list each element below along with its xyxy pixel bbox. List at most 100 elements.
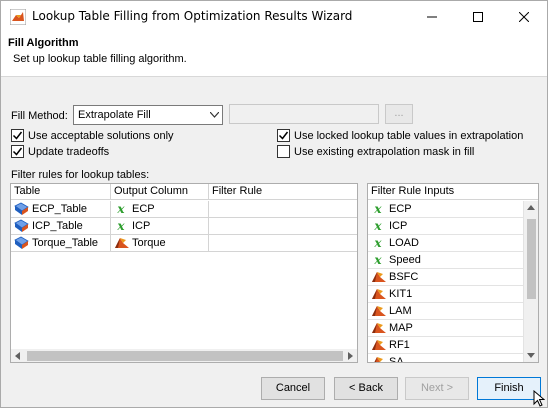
filter-rules-label: Filter rules for lookup tables: [11,169,150,181]
variable-x-icon: x [374,202,382,216]
window-title: Lookup Table Filling from Optimization R… [32,9,353,23]
checkmark-icon [278,131,289,140]
maximize-icon [473,11,483,22]
list-item[interactable]: LAM [368,303,523,320]
use-existing-mask-label: Use existing extrapolation mask in fill [294,145,475,158]
list-item-label: SA [389,356,404,363]
list-item-label: KIT1 [389,288,413,300]
fill-method-dropdown[interactable]: Extrapolate Fill [73,105,223,125]
filter-rule-cell[interactable] [209,235,357,252]
model-surface-icon [372,323,386,333]
table-name-cell: Torque_Table [11,235,111,252]
fill-method-label: Fill Method: [11,110,68,122]
table-name: Torque_Table [32,237,99,249]
list-item-label: RF1 [389,339,410,351]
minimize-button[interactable] [409,1,455,32]
table-row[interactable]: ECP_Table x ECP [11,201,357,218]
list-item[interactable]: MAP [368,320,523,337]
list-item[interactable]: x ECP [368,201,523,218]
list-item[interactable]: BSFC [368,269,523,286]
page-title: Fill Algorithm [8,37,79,49]
list-item-label: LAM [389,305,412,317]
variable-x-icon: x [374,236,382,250]
filter-rule-cell[interactable] [209,218,357,235]
finish-button[interactable]: Finish [477,377,541,400]
back-button[interactable]: < Back [334,377,398,400]
lookup-table-icon [14,202,29,215]
model-surface-icon [372,306,386,316]
column-header-filter-rule[interactable]: Filter Rule [209,184,357,200]
close-button[interactable] [501,1,547,32]
horizontal-scrollbar[interactable] [11,349,357,362]
column-header-table[interactable]: Table [11,184,111,200]
table-name-cell: ECP_Table [11,201,111,218]
model-surface-icon [372,340,386,350]
output-column-cell: x ECP [111,201,209,218]
output-column-cell: Torque [111,235,209,252]
filter-rule-cell[interactable] [209,201,357,218]
checkmark-icon [12,131,23,140]
table-row[interactable]: ICP_Table x ICP [11,218,357,235]
vertical-scrollbar[interactable] [523,201,538,362]
output-column-value: ECP [132,203,155,215]
list-item-label: BSFC [389,271,419,283]
scroll-right-icon[interactable] [346,352,354,360]
checkbox-box [277,145,290,158]
list-item[interactable]: KIT1 [368,286,523,303]
lookup-table-icon [14,236,29,249]
checkmark-icon [12,147,23,156]
use-acceptable-label: Use acceptable solutions only [28,129,174,142]
output-column-cell: x ICP [111,218,209,235]
use-existing-mask-checkbox[interactable]: Use existing extrapolation mask in fill [277,145,474,158]
list-item-label: Speed [389,254,421,266]
filter-rule-inputs-list[interactable]: Filter Rule Inputs x ECP x ICP x LOAD x … [367,183,539,363]
filter-rule-inputs-header: Filter Rule Inputs [368,184,538,200]
column-header-output-column[interactable]: Output Column [111,184,209,200]
model-surface-icon [372,289,386,299]
use-acceptable-checkbox[interactable]: Use acceptable solutions only [11,129,174,142]
use-locked-values-checkbox[interactable]: Use locked lookup table values in extrap… [277,129,523,142]
variable-x-icon: x [374,219,382,233]
model-surface-icon [372,272,386,282]
list-item-label: ICP [389,220,408,232]
table-row[interactable]: Torque_Table Torque [11,235,357,252]
wizard-header: Fill Algorithm Set up lookup table filli… [1,32,547,77]
list-item[interactable]: x Speed [368,252,523,269]
maximize-button[interactable] [455,1,501,32]
table-name: ECP_Table [32,203,88,215]
fill-method-value: Extrapolate Fill [78,109,151,121]
checkbox-box [11,145,24,158]
list-item[interactable]: x LOAD [368,235,523,252]
variable-x-icon: x [117,219,125,233]
next-button: Next > [405,377,469,400]
scroll-down-icon[interactable] [527,351,535,359]
table-name-cell: ICP_Table [11,218,111,235]
minimize-icon [427,16,437,17]
chevron-down-icon [210,112,219,118]
model-surface-icon [115,238,129,248]
update-tradeoffs-label: Update tradeoffs [28,145,110,158]
title-bar: Lookup Table Filling from Optimization R… [1,1,547,32]
cancel-button[interactable]: Cancel [261,377,325,400]
variable-x-icon: x [374,253,382,267]
output-column-value: Torque [132,237,166,249]
scrollbar-thumb[interactable] [527,219,536,299]
list-item[interactable]: RF1 [368,337,523,354]
list-item-label: MAP [389,322,413,334]
fill-method-parameter-field [229,104,379,124]
scroll-up-icon[interactable] [527,204,535,212]
list-item[interactable]: SA [368,354,523,363]
use-locked-values-label: Use locked lookup table values in extrap… [294,129,524,142]
list-item[interactable]: x ICP [368,218,523,235]
output-column-value: ICP [132,220,151,232]
list-item-label: ECP [389,203,412,215]
update-tradeoffs-checkbox[interactable]: Update tradeoffs [11,145,109,158]
scrollbar-thumb[interactable] [27,351,343,361]
table-name: ICP_Table [32,220,83,232]
wizard-window: Lookup Table Filling from Optimization R… [0,0,548,408]
close-icon [519,11,529,22]
scroll-left-icon[interactable] [14,352,22,360]
filter-rules-table[interactable]: Table Output Column Filter Rule ECP_Tabl… [10,183,358,363]
checkbox-box [277,129,290,142]
model-surface-icon [374,357,383,362]
